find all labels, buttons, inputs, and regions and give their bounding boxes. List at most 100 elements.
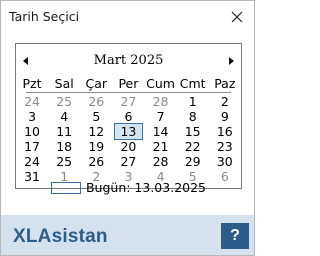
day-cell[interactable]: 25	[48, 154, 80, 169]
week-row: 3 4 5 6 7 8 9	[16, 109, 241, 124]
day-cell[interactable]: 23	[209, 139, 241, 154]
day-number: 8	[188, 109, 197, 124]
day-number: 11	[56, 124, 73, 139]
day-cell[interactable]: 20	[112, 139, 144, 154]
day-cell[interactable]: 1	[177, 94, 209, 109]
day-number: 26	[88, 154, 105, 169]
week-row: 24 25 26 27 28 1 2	[16, 94, 241, 109]
day-number: 10	[24, 124, 41, 139]
window-title: Tarih Seçici	[9, 9, 80, 24]
month-label[interactable]: Mart 2025	[16, 53, 241, 68]
day-number: 22	[184, 139, 201, 154]
day-cell[interactable]: 29	[177, 154, 209, 169]
day-cell[interactable]: 4	[48, 109, 80, 124]
day-number: 29	[184, 154, 201, 169]
day-number: 4	[156, 169, 165, 184]
day-number: 27	[120, 94, 137, 109]
day-number: 25	[56, 94, 73, 109]
day-cell[interactable]: 18	[48, 139, 80, 154]
day-cell[interactable]: 24	[16, 94, 48, 109]
day-number: 1	[60, 169, 69, 184]
day-number: 18	[56, 139, 73, 154]
footer-bar: XLAsistan ?	[1, 215, 254, 255]
day-cell[interactable]: 17	[16, 139, 48, 154]
day-number: 1	[188, 94, 197, 109]
today-label: Bugün: 13.03.2025	[85, 180, 207, 195]
day-cell[interactable]: 10	[16, 124, 48, 139]
day-number: 21	[152, 139, 169, 154]
month-calendar[interactable]: Mart 2025 Pzt Sal Çar Per Cum Cmt Paz 24 25 26 27…	[15, 43, 242, 195]
week-row: 10 11 12 13 14 15 16	[16, 123, 241, 140]
day-cell[interactable]: 25	[48, 94, 80, 109]
day-number: 27	[120, 154, 137, 169]
day-cell[interactable]: 8	[177, 109, 209, 124]
arrow-right-icon	[229, 57, 234, 65]
day-number: 4	[60, 109, 69, 124]
day-cell[interactable]: 14	[145, 124, 177, 139]
weekday-header-cell: Paz	[214, 76, 236, 91]
day-number: 17	[24, 139, 41, 154]
weekday-header: Pzt Sal Çar Per Cum Cmt Paz	[16, 76, 241, 92]
day-number: 30	[216, 154, 233, 169]
header-divider	[26, 92, 231, 93]
weekday-header-cell: Cum	[146, 76, 175, 91]
day-cell[interactable]: 9	[209, 109, 241, 124]
day-number: 5	[188, 169, 197, 184]
weekday-header-cell: Sal	[54, 76, 74, 91]
day-cell[interactable]: 2	[209, 94, 241, 109]
close-button[interactable]	[226, 6, 248, 28]
close-icon	[231, 11, 243, 23]
day-cell[interactable]: 19	[80, 139, 112, 154]
day-cell[interactable]: 16	[209, 124, 241, 139]
day-number: 3	[28, 109, 37, 124]
week-row: 24 25 26 27 28 29 30	[16, 154, 241, 169]
days-grid: 24 25 26 27 28 1 2 3 4 5 6 7 8 9 10 11 12 13 14 15 16 17 18 19 2…	[16, 94, 241, 184]
day-number: 6	[220, 169, 229, 184]
day-cell-today[interactable]: 13	[112, 123, 144, 140]
day-number: 12	[88, 124, 105, 139]
day-cell[interactable]: 7	[145, 109, 177, 124]
day-number: 24	[24, 94, 41, 109]
weekday-header-cell: Cmt	[179, 76, 206, 91]
title-bar: Tarih Seçici	[1, 1, 254, 33]
day-cell[interactable]: 22	[177, 139, 209, 154]
weekday-header-cell: Çar	[85, 76, 108, 91]
day-number: 5	[92, 109, 101, 124]
day-cell[interactable]: 26	[80, 154, 112, 169]
day-number: 31	[24, 169, 41, 184]
day-number: 24	[24, 154, 41, 169]
day-number: 16	[216, 124, 233, 139]
day-number: 7	[156, 109, 165, 124]
day-cell[interactable]: 5	[80, 109, 112, 124]
next-month-button[interactable]	[225, 55, 237, 67]
day-cell[interactable]: 27	[112, 94, 144, 109]
day-cell[interactable]: 15	[177, 124, 209, 139]
help-button[interactable]: ?	[221, 223, 249, 249]
day-cell[interactable]: 11	[48, 124, 80, 139]
weekday-header-cell: Per	[118, 76, 139, 91]
day-number: 28	[152, 94, 169, 109]
day-number: 13	[120, 124, 137, 139]
brand-logo-text: XLAsistan	[13, 226, 108, 247]
day-cell[interactable]: 24	[16, 154, 48, 169]
day-cell[interactable]: 26	[80, 94, 112, 109]
day-number: 9	[220, 109, 229, 124]
day-cell[interactable]: 3	[16, 109, 48, 124]
day-cell[interactable]: 27	[112, 154, 144, 169]
day-number: 28	[152, 154, 169, 169]
day-cell[interactable]: 28	[145, 154, 177, 169]
day-number: 26	[88, 94, 105, 109]
day-cell[interactable]: 12	[80, 124, 112, 139]
day-number: 3	[124, 169, 133, 184]
day-number: 20	[120, 139, 137, 154]
day-number: 23	[216, 139, 233, 154]
day-cell[interactable]: 21	[145, 139, 177, 154]
week-row: 17 18 19 20 21 22 23	[16, 139, 241, 154]
day-cell[interactable]: 6	[112, 109, 144, 124]
day-number: 2	[220, 94, 229, 109]
day-cell[interactable]: 30	[209, 154, 241, 169]
day-number: 15	[184, 124, 201, 139]
day-number: 14	[152, 124, 169, 139]
day-cell[interactable]: 28	[145, 94, 177, 109]
day-number: 2	[92, 169, 101, 184]
